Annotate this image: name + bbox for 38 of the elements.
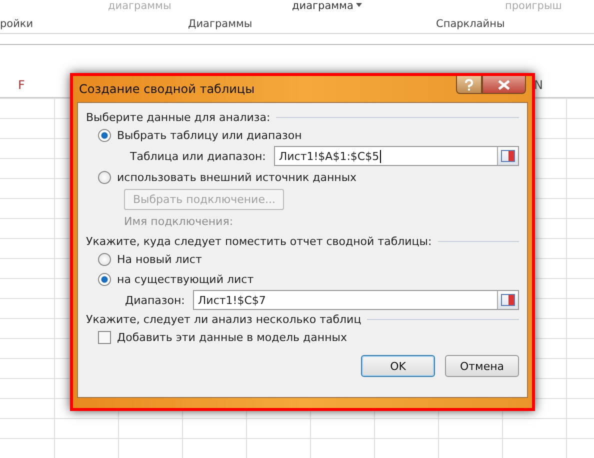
help-button[interactable] <box>456 76 482 94</box>
help-icon <box>464 78 474 90</box>
column-header[interactable]: N <box>534 78 543 92</box>
field-label: Диапазон: <box>125 294 185 306</box>
field-label: Таблица или диапазон: <box>130 150 266 162</box>
radio-button[interactable] <box>98 252 111 266</box>
ribbon-group-label: Спарклайны <box>436 18 505 30</box>
radio-button[interactable] <box>98 170 111 184</box>
range-picker-icon[interactable] <box>497 291 518 309</box>
radio-label: использовать внешний источник данных <box>117 170 357 184</box>
radio-label: На новый лист <box>117 252 202 266</box>
section-heading: Укажите, куда следует поместить отчет сводной таблицы: <box>86 234 432 248</box>
window-title: Создание сводной таблицы <box>79 82 255 96</box>
section-heading: Выберите данные для анализа: <box>86 110 270 124</box>
radio-option[interactable]: использовать внешний источник данных <box>98 167 357 187</box>
checkbox-option[interactable]: Добавить эти данные в модель данных <box>98 327 347 347</box>
radio-button[interactable] <box>98 128 111 142</box>
ok-button[interactable]: OK <box>361 355 435 377</box>
radio-option[interactable]: на существующий лист <box>98 269 254 289</box>
close-icon <box>498 80 510 90</box>
ribbon-group-label: Диаграммы <box>188 18 252 30</box>
cancel-button[interactable]: Отмена <box>445 355 519 377</box>
radio-label: Выбрать таблицу или диапазон <box>117 128 302 142</box>
ribbon-label[interactable]: диаграмма <box>292 0 362 12</box>
checkbox[interactable] <box>98 330 111 344</box>
close-button[interactable] <box>482 76 526 94</box>
range-field[interactable]: Лист1!$C$7 <box>192 290 519 310</box>
ribbon-group-label: ройки <box>0 18 34 30</box>
radio-option[interactable]: Выбрать таблицу или диапазон <box>98 125 302 145</box>
column-header[interactable]: F <box>18 78 25 92</box>
checkbox-label: Добавить эти данные в модель данных <box>117 330 347 344</box>
radio-option[interactable]: На новый лист <box>98 249 202 269</box>
radio-button[interactable] <box>98 272 111 286</box>
connection-name-label: Имя подключения: <box>124 215 234 229</box>
range-field[interactable]: Лист1!$A$1:$C$5 <box>274 146 519 166</box>
section-heading: Укажите, следует ли анализ несколько таблиц <box>86 312 362 326</box>
radio-label: на существующий лист <box>117 272 254 286</box>
range-picker-icon[interactable] <box>497 147 518 165</box>
